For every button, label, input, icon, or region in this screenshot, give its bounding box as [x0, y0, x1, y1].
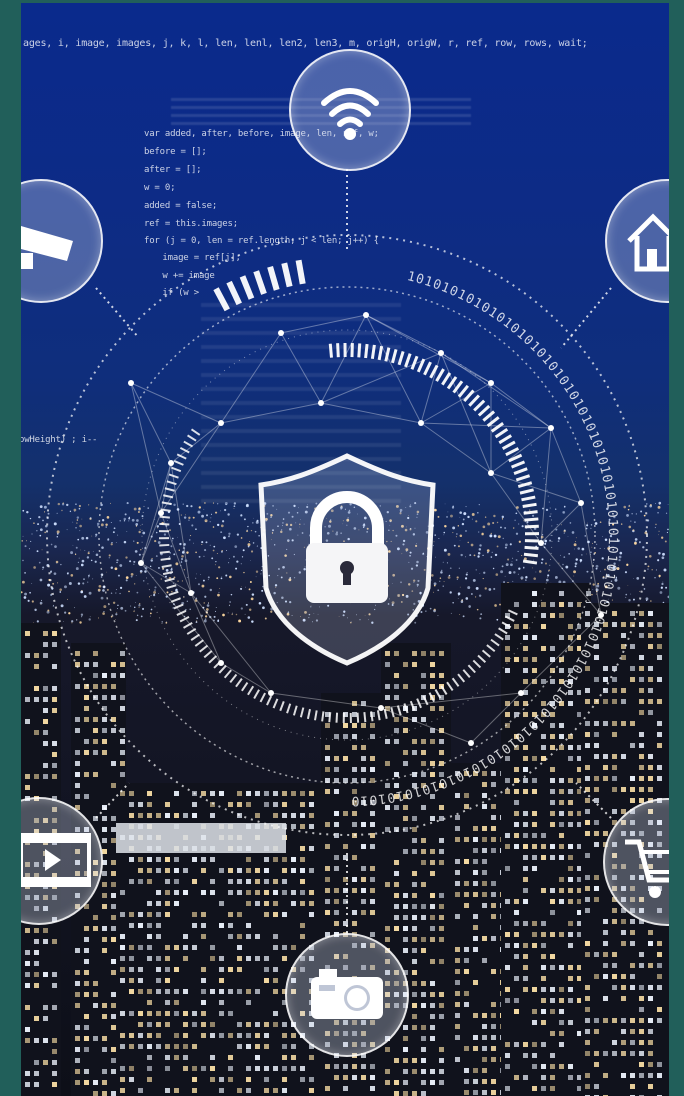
binary-ring: 1010101010101010101010101010101010101010…	[350, 269, 620, 808]
svg-text:101010101010101010101010101010: 1010101010101010101010101010101010101010…	[350, 269, 620, 808]
binary-ring-text: 1010101010101010101010101010101010101010…	[350, 269, 619, 808]
photo: ages, i, image, images, j, k, l, len, le…	[21, 3, 669, 1096]
